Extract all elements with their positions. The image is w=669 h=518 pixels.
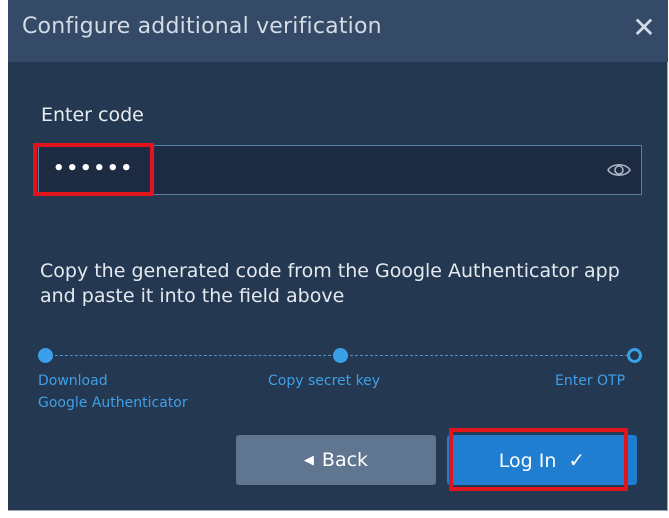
eye-icon[interactable] (607, 160, 631, 180)
setup-progress: Download Google Authenticator Copy secre… (38, 344, 646, 424)
dialog-titlebar: Configure additional verification ✕ (8, 0, 668, 62)
progress-connector (50, 355, 336, 356)
instructions-text: Copy the generated code from the Google … (40, 260, 620, 307)
step-dot-copy-key (333, 348, 348, 363)
step-label-download: Download Google Authenticator (38, 373, 188, 411)
progress-connector (350, 355, 628, 356)
dialog-title: Configure additional verification (22, 14, 382, 39)
caret-left-icon: ◀ (303, 453, 314, 468)
step-label-copy-key: Copy secret key (268, 373, 381, 389)
step-label-enter-otp: Enter OTP (555, 373, 626, 389)
back-button-label: Back (321, 449, 369, 471)
code-highlight-box (33, 143, 154, 196)
login-highlight-box (449, 428, 628, 491)
step-dot-download (38, 348, 53, 363)
back-button[interactable]: ◀ Back (236, 435, 436, 485)
code-label: Enter code (41, 104, 144, 126)
step-dot-enter-otp (627, 348, 642, 363)
close-icon[interactable]: ✕ (626, 10, 662, 46)
